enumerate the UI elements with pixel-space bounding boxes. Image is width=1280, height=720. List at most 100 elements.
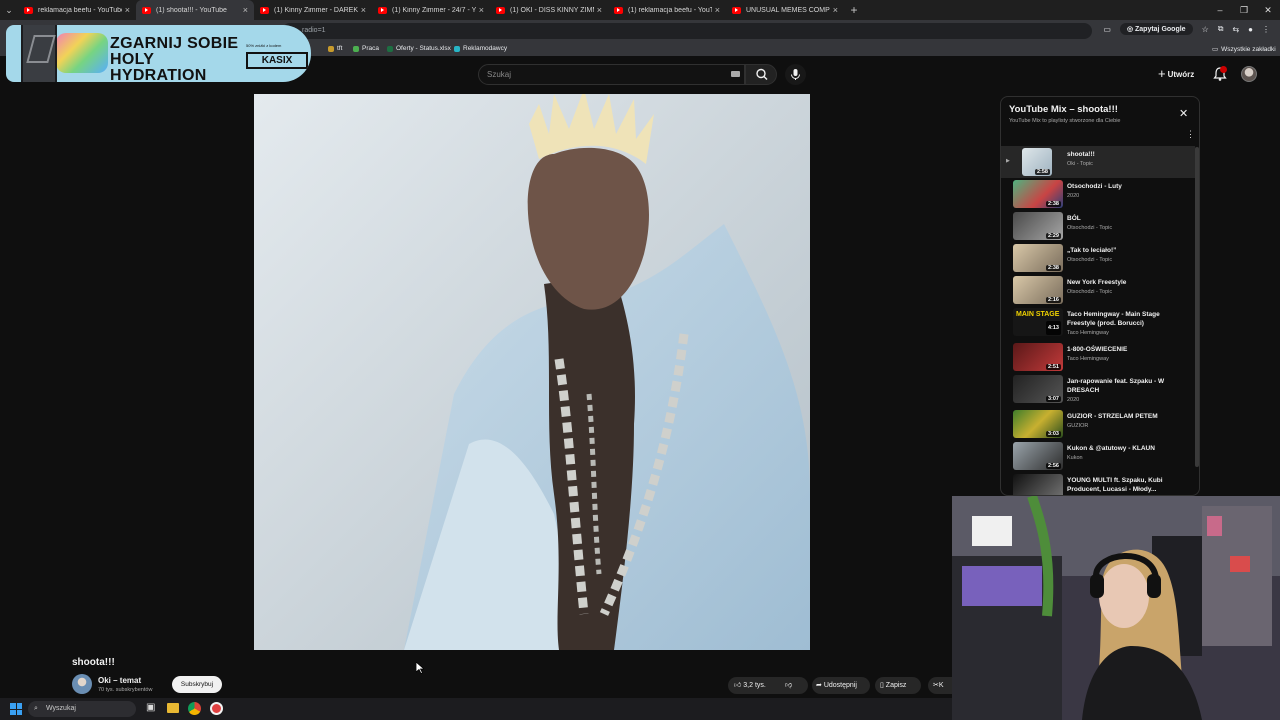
playlist-item[interactable]: ▶ 2:58 shoota!!! Oki - Topic xyxy=(1001,146,1195,178)
fruit-graphic xyxy=(56,33,108,73)
playlist-item-title: New York Freestyle xyxy=(1067,279,1127,286)
browser-tab[interactable]: (1) Kinny Zimmer - DAREK - Yo× xyxy=(254,0,372,20)
share-button[interactable]: ➦ Udostępnij xyxy=(812,677,870,694)
minimize-icon[interactable]: – xyxy=(1208,0,1232,20)
playlist-item[interactable]: 2:38 Otsochodzi - Luty 2020 xyxy=(1001,178,1195,210)
app-icon[interactable] xyxy=(210,702,223,715)
close-tab-icon[interactable]: × xyxy=(243,5,248,15)
channel-name[interactable]: Oki – temat xyxy=(98,676,141,685)
bookmark-item[interactable]: Oferty - Status.xlsx xyxy=(387,45,451,52)
playlist-item[interactable]: 3:03 GUZIOR - STRZELAM PETEM GUZIOR xyxy=(1001,408,1195,440)
file-explorer-icon[interactable] xyxy=(167,703,179,713)
search-input[interactable]: Szukaj xyxy=(478,64,745,85)
thumbnail: 2:29 xyxy=(1013,212,1063,240)
share-icon: ➦ xyxy=(816,682,824,689)
profile-icon[interactable]: ● xyxy=(1248,25,1253,34)
playlist-item[interactable]: 2:56 Kukon & @atutowy - KLAUN Kukon xyxy=(1001,440,1195,472)
more-options-icon[interactable]: ⋮ xyxy=(1186,129,1195,140)
thumbnail: MAIN STAGE 4:13 xyxy=(1013,308,1063,336)
task-view-icon[interactable]: ▣ xyxy=(146,702,155,713)
playlist-item-channel: 2020 xyxy=(1067,193,1080,199)
sidebar-icon[interactable]: ⇆ xyxy=(1232,25,1239,34)
playlist-item-title: Otsochodzi - Luty xyxy=(1067,183,1122,190)
playlist-item[interactable]: 2:29 BÓL Otsochodzi - Topic xyxy=(1001,210,1195,242)
maximize-icon[interactable]: ❐ xyxy=(1232,0,1256,20)
playlist-item-title: GUZIOR - STRZELAM PETEM xyxy=(1067,413,1158,420)
close-tab-icon[interactable]: × xyxy=(833,5,838,15)
playlist-item[interactable]: 2:38 „Tak to leciało!” Otsochodzi - Topi… xyxy=(1001,242,1195,274)
close-window-icon[interactable]: ✕ xyxy=(1256,0,1280,20)
tab-search-icon[interactable]: ⌄ xyxy=(0,0,18,20)
bookmark-item[interactable]: Praca xyxy=(353,45,379,52)
close-tab-icon[interactable]: × xyxy=(479,5,484,15)
sponsor-fine-print: 50% zniżki z kodem xyxy=(246,43,282,48)
microphone-icon xyxy=(791,69,800,80)
browser-tab[interactable]: (1) reklamacja beefu - YouTube× xyxy=(608,0,726,20)
playlist-item[interactable]: 2:16 New York Freestyle Otsochodzi - Top… xyxy=(1001,274,1195,306)
playlist-item[interactable]: YOUNG MULTI ft. Szpaku, Kubi Producent, … xyxy=(1001,472,1195,495)
playlist-item-title: Jan-rapowanie feat. Szpaku - W DRESACH xyxy=(1067,378,1165,394)
voice-search-button[interactable] xyxy=(785,64,806,85)
browser-tab[interactable]: reklamacja beefu - YouTube × xyxy=(18,0,136,20)
keyboard-icon[interactable] xyxy=(731,71,740,77)
toolbar-right: ▭ ◎ Zapytaj Google ☆ ⧉ ⇆ ● ⋮ xyxy=(1103,23,1270,35)
youtube-favicon-icon xyxy=(24,6,33,14)
browser-tab[interactable]: UNUSUAL MEMES COMPILATIC× xyxy=(726,0,844,20)
youtube-favicon-icon xyxy=(378,6,387,14)
new-tab-button[interactable]: + xyxy=(844,3,864,17)
ask-google-button[interactable]: ◎ Zapytaj Google xyxy=(1119,23,1193,35)
close-tab-icon[interactable]: × xyxy=(361,5,366,15)
browser-menu-icon[interactable]: ⋮ xyxy=(1262,25,1270,34)
os-taskbar: ⌕ Wyszukaj ▣ xyxy=(0,698,952,720)
avatar[interactable] xyxy=(1241,66,1257,82)
close-icon[interactable]: ✕ xyxy=(1179,107,1188,120)
clip-button[interactable]: ✂︎K xyxy=(928,677,952,694)
playlist-item-channel: Otsochodzi - Topic xyxy=(1067,289,1113,295)
search-icon: ⌕ xyxy=(34,705,38,712)
screen: ⌄ reklamacja beefu - YouTube × (1) shoota… xyxy=(0,0,1280,720)
video-frame-artwork xyxy=(254,94,810,650)
search-button[interactable] xyxy=(745,64,777,85)
bookmark-item[interactable]: tft xyxy=(328,45,342,52)
search-icon xyxy=(756,68,768,80)
thumbnail xyxy=(1013,474,1063,495)
playlist-item-channel: Taco Hemingway xyxy=(1067,330,1109,336)
create-button[interactable]: + Utwórz xyxy=(1158,65,1204,83)
subscriber-count: 70 tys. subskrybentów xyxy=(98,687,153,693)
like-dislike-group: 👍︎ 3,2 tys. 👎︎ xyxy=(728,677,808,694)
thumbnail: 2:58 xyxy=(1022,148,1052,176)
url-field[interactable]: radio=1 xyxy=(282,23,1092,39)
youtube-favicon-icon xyxy=(142,6,151,14)
playlist-item-channel: Taco Hemingway xyxy=(1067,356,1109,362)
bookmark-item[interactable]: Reklamodawcy xyxy=(454,45,507,52)
channel-avatar[interactable] xyxy=(72,674,92,694)
like-button[interactable]: 👍︎ 3,2 tys. xyxy=(734,677,766,694)
playlist-item[interactable]: MAIN STAGE 4:13 Taco Hemingway - Main Sta… xyxy=(1001,306,1195,340)
all-bookmarks[interactable]: ▭ Wszystkie zakładki xyxy=(1212,45,1276,54)
close-tab-icon[interactable]: × xyxy=(715,5,720,15)
extensions-icon[interactable]: ⧉ xyxy=(1218,24,1224,34)
bookmark-star-icon[interactable]: ☆ xyxy=(1202,25,1209,34)
dislike-button[interactable]: 👎︎ xyxy=(785,677,792,694)
chrome-icon[interactable] xyxy=(188,702,201,715)
browser-tab-active[interactable]: (1) shoota!!! - YouTube × xyxy=(136,0,254,20)
video-player[interactable] xyxy=(254,94,810,650)
bookmark-favicon-icon xyxy=(353,45,359,52)
playlist-scrollbar[interactable] xyxy=(1195,147,1199,467)
windows-start-icon[interactable] xyxy=(10,703,22,715)
subscribe-button[interactable]: Subskrybuj xyxy=(172,676,222,693)
save-button[interactable]: ▯ Zapisz xyxy=(875,677,921,694)
close-tab-icon[interactable]: × xyxy=(597,5,602,15)
close-tab-icon[interactable]: × xyxy=(125,5,130,15)
thumbnail: 2:51 xyxy=(1013,343,1063,371)
playlist-item-channel: Kukon xyxy=(1067,455,1083,461)
playlist-item[interactable]: 2:51 1-800-OŚWIECENIE Taco Hemingway xyxy=(1001,341,1195,373)
playlist-panel: YouTube Mix – shoota!!! YouTube Mix to p… xyxy=(1000,96,1200,496)
cast-icon[interactable]: ▭ xyxy=(1103,25,1111,34)
taskbar-search[interactable]: ⌕ Wyszukaj xyxy=(28,701,136,717)
webcam-feed xyxy=(952,496,1280,720)
browser-tab[interactable]: (1) OKI - DISS KINNY ZIMMER× xyxy=(490,0,608,20)
playlist-item-channel: Oki - Topic xyxy=(1067,161,1093,167)
browser-tab[interactable]: (1) Kinny Zimmer - 24/7 - YouT× xyxy=(372,0,490,20)
playlist-item[interactable]: 3:07 Jan-rapowanie feat. Szpaku - W DRES… xyxy=(1001,373,1195,407)
